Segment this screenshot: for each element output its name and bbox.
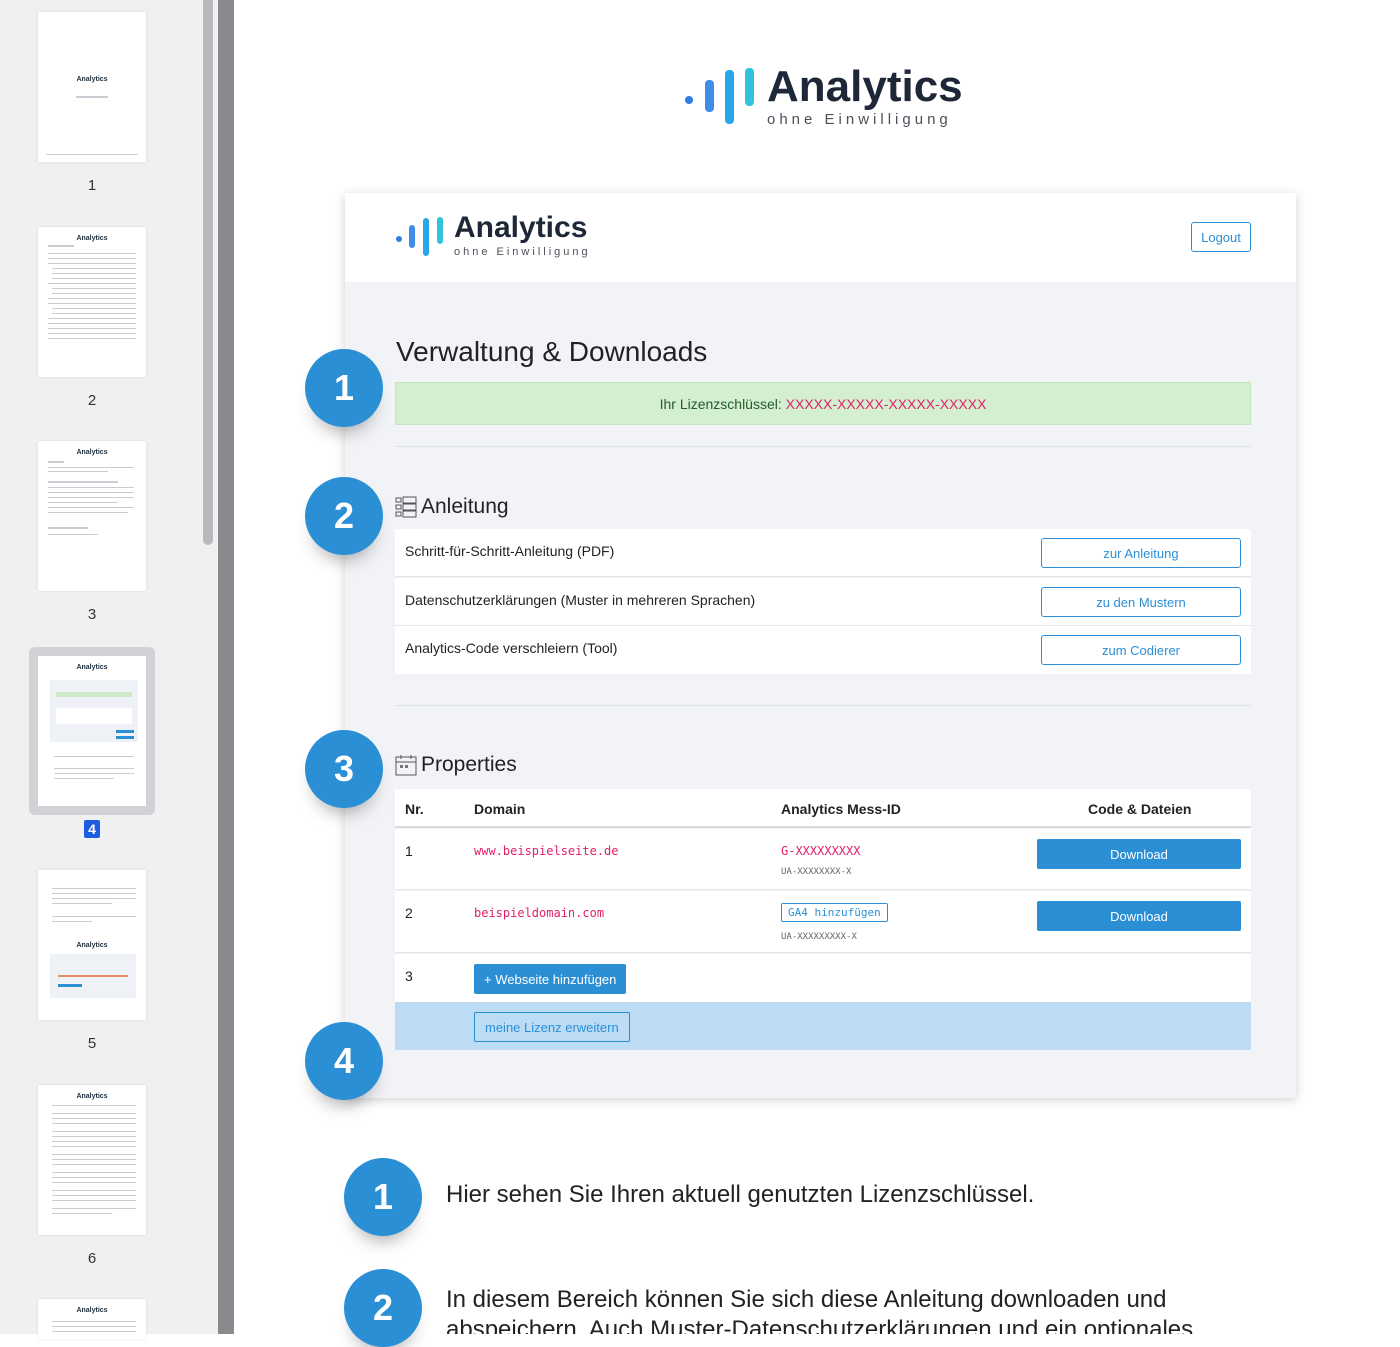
sidebar-scrollbar[interactable]: [203, 0, 213, 545]
page-thumbnail-5[interactable]: Analytics: [38, 870, 146, 1020]
thumb-logo: Analytics: [76, 235, 108, 242]
page-number-2[interactable]: 2: [0, 392, 184, 409]
license-banner: Ihr Lizenzschlüssel: XXXXX-XXXXX-XXXXX-X…: [395, 382, 1251, 425]
list-item: Datenschutzerklärungen (Muster in mehrer…: [395, 578, 1251, 626]
marker-2: 2: [305, 477, 383, 555]
marker-3: 3: [305, 730, 383, 808]
domain-cell: www.beispielseite.de: [474, 844, 619, 858]
item-label: Schritt-für-Schritt-Anleitung (PDF): [405, 543, 615, 559]
page-number-5[interactable]: 5: [0, 1035, 184, 1052]
column-header: Nr.: [405, 801, 424, 817]
list-item: Schritt-für-Schritt-Anleitung (PDF) zur …: [395, 529, 1251, 577]
table-header: Nr. Domain Analytics Mess-ID Code & Date…: [395, 789, 1251, 828]
item-label: Datenschutzerklärungen (Muster in mehrer…: [405, 592, 756, 608]
list-item: Analytics-Code verschleiern (Tool) zum C…: [395, 626, 1251, 674]
thumb-logo: Analytics: [76, 76, 108, 83]
page-title: Verwaltung & Downloads: [396, 336, 708, 367]
thumb-logo: Analytics: [76, 664, 108, 671]
thumb-logo: Analytics: [76, 1307, 108, 1314]
ua-id: UA-XXXXXXXXX-X: [781, 932, 857, 942]
logout-button[interactable]: Logout: [1191, 222, 1251, 252]
thumb-logo: Analytics: [76, 1093, 108, 1100]
marker-1: 1: [305, 349, 383, 427]
item-label: Analytics-Code verschleiern (Tool): [405, 640, 618, 656]
marker-4: 4: [305, 1022, 383, 1100]
divider: [395, 446, 1251, 447]
license-label: Ihr Lizenzschlüssel:: [659, 396, 782, 412]
column-header: Analytics Mess-ID: [781, 801, 901, 817]
column-header: Code & Dateien: [1088, 801, 1192, 817]
divider: [395, 705, 1251, 706]
row-number: 1: [405, 843, 413, 859]
page-number-4[interactable]: 4: [0, 820, 184, 838]
ua-id: UA-XXXXXXXX-X: [781, 867, 852, 877]
page-number-1[interactable]: 1: [0, 177, 184, 194]
page-thumbnail-2[interactable]: Analytics: [38, 227, 146, 377]
list-icon: [395, 496, 417, 518]
download-button[interactable]: Download: [1037, 901, 1241, 931]
domain-cell: beispieldomain.com: [474, 906, 605, 920]
thumb-logo: Analytics: [76, 942, 108, 949]
explanation-text-1: Hier sehen Sie Ihren aktuell genutzten L…: [446, 1181, 1035, 1208]
page-number-6[interactable]: 6: [0, 1250, 184, 1267]
explanation-text-2: In diesem Bereich können Sie sich diese …: [446, 1286, 1194, 1334]
section-title-anleitung: Anleitung: [395, 495, 509, 519]
page-thumbnail-3[interactable]: Analytics: [38, 441, 146, 591]
row-number: 2: [405, 905, 413, 921]
anleitung-button[interactable]: zur Anleitung: [1041, 538, 1241, 568]
add-website-button[interactable]: + Webseite hinzufügen: [474, 964, 627, 994]
app-header: Analytics ohne Einwilligung Logout: [345, 193, 1296, 282]
table-row: 3 + Webseite hinzufügen: [395, 954, 1251, 1002]
logo-title: Analytics: [767, 62, 963, 111]
page-thumbnail-1[interactable]: Analytics: [38, 12, 146, 162]
page-number-3[interactable]: 3: [0, 606, 184, 623]
ga4-add-button[interactable]: GA4 hinzufügen: [781, 903, 888, 922]
explanation-number-1: 1: [344, 1158, 422, 1236]
codierer-button[interactable]: zum Codierer: [1041, 635, 1241, 665]
mess-id: G-XXXXXXXXX: [781, 844, 861, 858]
page-thumbnail-4[interactable]: Analytics: [38, 656, 146, 806]
section-label: Properties: [421, 753, 517, 776]
logo-subtitle: ohne Einwilligung: [767, 111, 952, 128]
row-number: 3: [405, 968, 413, 984]
muster-button[interactable]: zu den Mustern: [1041, 587, 1241, 617]
column-header: Domain: [474, 801, 526, 817]
license-key: XXXXX-XXXXX-XXXXX-XXXXX: [785, 396, 987, 412]
app-logo-subtitle: ohne Einwilligung: [454, 246, 591, 258]
download-button[interactable]: Download: [1037, 839, 1241, 869]
sidebar-splitter[interactable]: [218, 0, 234, 1334]
explanation-number-2: 2: [344, 1269, 422, 1347]
app-screenshot: Analytics ohne Einwilligung Logout Verwa…: [345, 193, 1296, 1098]
table-row: 2 beispieldomain.com GA4 hinzufügen UA-X…: [395, 891, 1251, 953]
calendar-icon: [395, 755, 417, 776]
page-thumbnail-7[interactable]: Analytics: [38, 1299, 146, 1339]
section-title-properties: Properties: [395, 753, 517, 777]
thumbnail-sidebar: Analytics 1 Analytics 2 Analytics 3 Anal…: [0, 0, 218, 1339]
page-thumbnail-6[interactable]: Analytics: [38, 1085, 146, 1235]
extend-license-button[interactable]: meine Lizenz erweitern: [474, 1012, 630, 1042]
table-row: 1 www.beispielseite.de G-XXXXXXXXX UA-XX…: [395, 829, 1251, 890]
extend-license-row: meine Lizenz erweitern: [395, 1002, 1251, 1050]
thumb-logo: Analytics: [76, 449, 108, 456]
section-label: Anleitung: [421, 495, 509, 518]
app-logo-title: Analytics: [454, 211, 588, 244]
